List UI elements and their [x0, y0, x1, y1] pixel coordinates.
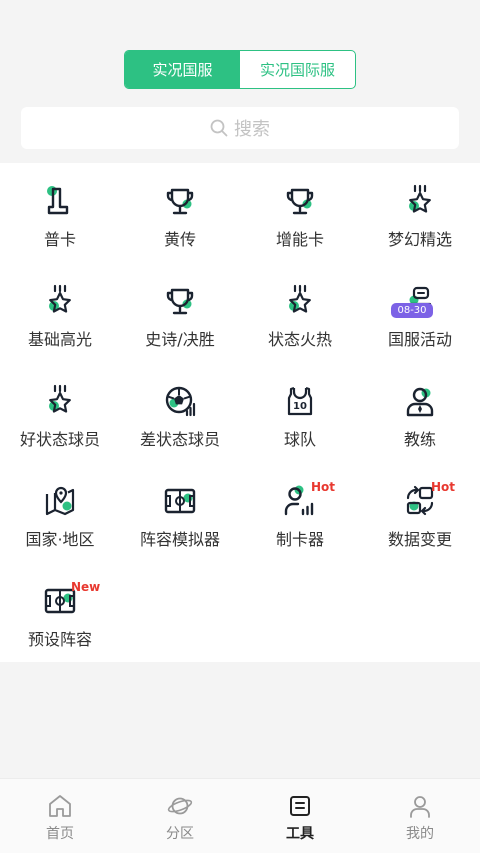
tool-label: 史诗/决胜 [145, 330, 215, 349]
tab-mine[interactable]: 我的 [360, 779, 480, 853]
tab-label: 我的 [406, 826, 434, 842]
tab-home[interactable]: 首页 [0, 779, 120, 853]
card-maker-icon: Hot [283, 480, 335, 518]
jersey-icon: 10 [283, 384, 317, 418]
event-icon: 08-30 [391, 284, 437, 318]
tool-item[interactable]: 差状态球员 [120, 363, 240, 463]
tab-label: 工具 [286, 826, 314, 842]
trophy-icon [163, 284, 197, 318]
tool-label: 差状态球员 [139, 430, 220, 449]
star-medal-icon [43, 384, 77, 418]
tool-item[interactable]: 国家·地区 [0, 463, 120, 563]
tool-label: 球队 [283, 430, 316, 449]
star-medal-icon [283, 284, 317, 318]
star-medal-icon [403, 184, 437, 218]
tools-icon [290, 796, 310, 816]
tool-label: 阵容模拟器 [139, 530, 220, 549]
tool-label: 预设阵容 [27, 630, 92, 649]
tool-item[interactable]: New 预设阵容 [0, 563, 120, 663]
tool-item[interactable]: Hot 数据变更 [360, 463, 480, 563]
tab-label: 分区 [166, 826, 194, 842]
tab-zones[interactable]: 分区 [120, 779, 240, 853]
tool-label: 数据变更 [387, 530, 452, 549]
user-icon [410, 796, 430, 818]
tab-cn-server[interactable]: 实况国服 [125, 51, 240, 88]
tool-label: 国服活动 [387, 330, 452, 349]
tool-label: 增能卡 [275, 230, 324, 249]
search-icon [210, 119, 228, 137]
map-pin-icon [43, 484, 77, 518]
trophy-icon [283, 184, 317, 218]
header-area: 实况国服 实况国际服 搜索 [0, 0, 480, 163]
tool-item[interactable]: 教练 [360, 363, 480, 463]
football-stats-icon [163, 384, 197, 418]
tool-item[interactable]: 阵容模拟器 [120, 463, 240, 563]
event-date-badge: 08-30 [391, 303, 433, 318]
planet-icon [167, 797, 193, 815]
tool-label: 状态火热 [267, 330, 332, 349]
tool-label: 制卡器 [275, 530, 324, 549]
search-placeholder: 搜索 [234, 119, 270, 140]
hot-badge: Hot [311, 480, 336, 494]
hot-badge: Hot [431, 480, 456, 494]
coach-icon [403, 384, 437, 418]
tool-label: 好状态球员 [19, 430, 100, 449]
jersey-number: 10 [293, 401, 307, 412]
tab-tools[interactable]: 工具 [240, 779, 360, 853]
tab-label: 首页 [46, 826, 74, 842]
tab-intl-server[interactable]: 实况国际服 [240, 51, 355, 88]
tool-item[interactable]: 普卡 [0, 163, 120, 263]
tool-item[interactable]: Hot 制卡器 [240, 463, 360, 563]
pitch-icon [163, 484, 197, 518]
tool-label: 教练 [403, 430, 436, 449]
card-icon [43, 184, 77, 218]
pitch-icon: New [43, 580, 100, 618]
search-input[interactable]: 搜索 [21, 107, 459, 149]
tool-item[interactable]: 08-30 国服活动 [360, 263, 480, 363]
server-switch[interactable]: 实况国服 实况国际服 [124, 50, 356, 89]
tool-item[interactable]: 黄传 [120, 163, 240, 263]
tool-label: 国家·地区 [25, 530, 95, 549]
star-medal-icon [43, 284, 77, 318]
data-change-icon: Hot [403, 480, 455, 518]
tools-grid: 普卡 黄传 增能卡 梦幻精选 基础高光 史诗/决胜 状态火热 08-30 国服活… [0, 163, 480, 662]
tool-item[interactable]: 增能卡 [240, 163, 360, 263]
new-badge: New [71, 580, 101, 594]
trophy-icon [163, 184, 197, 218]
tool-item[interactable]: 史诗/决胜 [120, 263, 240, 363]
tool-item[interactable]: 10 球队 [240, 363, 360, 463]
bottom-tabbar: 首页 分区 工具 我的 [0, 778, 480, 853]
tool-item[interactable]: 基础高光 [0, 263, 120, 363]
tool-item[interactable]: 好状态球员 [0, 363, 120, 463]
tool-item[interactable]: 梦幻精选 [360, 163, 480, 263]
tool-label: 基础高光 [27, 330, 92, 349]
tool-label: 梦幻精选 [387, 230, 452, 249]
tool-label: 黄传 [163, 230, 196, 249]
tool-item[interactable]: 状态火热 [240, 263, 360, 363]
tool-label: 普卡 [43, 230, 76, 249]
home-icon [49, 795, 71, 817]
